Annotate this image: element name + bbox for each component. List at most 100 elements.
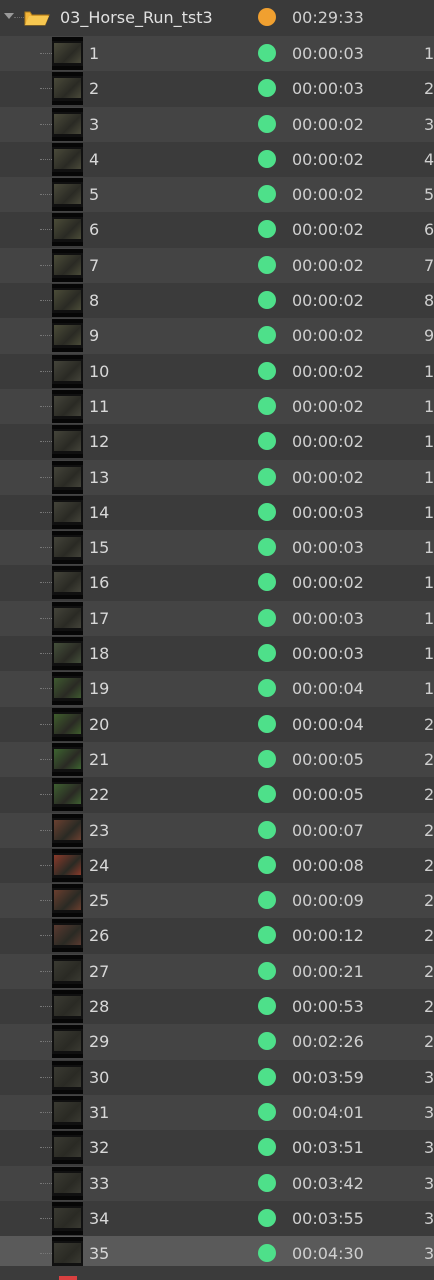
- frame-thumbnail: [52, 1131, 83, 1165]
- list-item[interactable]: 4 00:00:02 4: [0, 141, 434, 178]
- film-strip: [52, 418, 83, 423]
- list-item[interactable]: 17 00:00:03 1: [0, 600, 434, 637]
- frame-thumbnail: [52, 919, 83, 953]
- item-label: 8: [89, 291, 100, 311]
- folder-row[interactable]: 03_Horse_Run_tst3 00:29:33: [0, 0, 434, 36]
- list-item[interactable]: 9 00:00:02 9: [0, 318, 434, 354]
- film-strip: [52, 807, 83, 812]
- item-extra-column: 2: [424, 891, 434, 911]
- thumbnail-image: [54, 431, 81, 452]
- tree-connector: [40, 158, 52, 160]
- status-complete-icon: [258, 749, 276, 768]
- item-duration: 00:02:26: [292, 1032, 364, 1052]
- film-strip: [52, 707, 83, 712]
- item-extra-column: 2: [424, 749, 434, 769]
- frame-thumbnail: [52, 460, 83, 494]
- list-item[interactable]: 8 00:00:02 8: [0, 283, 434, 319]
- list-item[interactable]: 33 00:03:42 3: [0, 1165, 434, 1201]
- frame-thumbnail: [52, 1201, 83, 1235]
- list-item[interactable]: 30 00:03:59 3: [0, 1059, 434, 1095]
- film-strip: [52, 489, 83, 494]
- film-strip: [52, 595, 83, 600]
- thumbnail-image: [54, 890, 81, 911]
- tree-connector: [40, 1041, 52, 1043]
- list-item[interactable]: 2 00:00:03 2: [0, 71, 434, 107]
- film-strip: [52, 277, 83, 282]
- frame-thumbnail: [52, 389, 83, 423]
- list-item[interactable]: 7 00:00:02 7: [0, 247, 434, 284]
- list-item[interactable]: 16 00:00:02 1: [0, 565, 434, 601]
- film-strip: [52, 142, 83, 147]
- list-item[interactable]: 23 00:00:07 2: [0, 812, 434, 848]
- item-label: 11: [89, 396, 110, 416]
- item-label: 30: [89, 1067, 110, 1087]
- film-strip: [52, 242, 83, 247]
- thumbnail-image: [54, 325, 81, 346]
- list-item[interactable]: 11 00:00:02 1: [0, 388, 434, 425]
- item-label: 32: [89, 1138, 110, 1158]
- film-strip: [52, 666, 83, 671]
- list-item[interactable]: 12 00:00:02 1: [0, 424, 434, 460]
- status-complete-icon: [258, 679, 276, 698]
- thumbnail-image: [54, 360, 81, 381]
- thumbnail-image: [54, 960, 81, 981]
- frame-thumbnail: [52, 354, 83, 388]
- film-strip: [52, 524, 83, 529]
- list-item[interactable]: 18 00:00:03 1: [0, 636, 434, 672]
- list-item[interactable]: 21 00:00:05 2: [0, 741, 434, 778]
- list-item[interactable]: 15 00:00:03 1: [0, 530, 434, 566]
- item-label: 15: [89, 538, 110, 558]
- item-label: 16: [89, 573, 110, 593]
- list-item[interactable]: 13 00:00:02 1: [0, 459, 434, 495]
- list-item[interactable]: 32 00:03:51 3: [0, 1130, 434, 1166]
- render-tree: 03_Horse_Run_tst3 00:29:33 1 00:00:03 1 2 00…: [0, 0, 434, 1280]
- thumbnail-image: [54, 925, 81, 946]
- tree-connector: [40, 123, 52, 125]
- thumbnail-image: [54, 607, 81, 628]
- list-item[interactable]: 34 00:03:55 3: [0, 1200, 434, 1237]
- list-item[interactable]: 10 00:00:02 1: [0, 353, 434, 389]
- thumbnail-image: [54, 1066, 81, 1087]
- item-label: 22: [89, 785, 110, 805]
- frame-thumbnail: [52, 72, 83, 106]
- list-item[interactable]: 1 00:00:03 1: [0, 36, 434, 72]
- list-item[interactable]: 3 00:00:02 3: [0, 106, 434, 142]
- film-strip: [52, 1025, 83, 1030]
- film-strip: [52, 1230, 83, 1235]
- film-strip: [52, 919, 83, 924]
- film-strip: [52, 454, 83, 459]
- film-strip: [52, 701, 83, 706]
- list-item[interactable]: 26 00:00:12 2: [0, 918, 434, 954]
- list-item[interactable]: 20 00:00:04 2: [0, 706, 434, 742]
- list-item[interactable]: 14 00:00:03 1: [0, 494, 434, 531]
- film-strip: [52, 672, 83, 677]
- list-item[interactable]: 22 00:00:05 2: [0, 777, 434, 813]
- film-strip: [52, 601, 83, 606]
- film-strip: [52, 348, 83, 353]
- status-complete-icon: [258, 1032, 276, 1051]
- item-extra-column: 2: [424, 820, 434, 840]
- film-strip: [52, 171, 83, 176]
- item-label: 28: [89, 997, 110, 1017]
- list-item[interactable]: 5 00:00:02 5: [0, 177, 434, 213]
- status-complete-icon: [258, 149, 276, 168]
- list-item[interactable]: 29 00:02:26 2: [0, 1024, 434, 1060]
- list-item[interactable]: 25 00:00:09 2: [0, 883, 434, 919]
- list-item[interactable]: 28 00:00:53 2: [0, 989, 434, 1025]
- film-strip: [52, 319, 83, 324]
- tree-connector: [40, 229, 52, 231]
- item-extra-column: 1: [424, 644, 434, 664]
- film-strip: [52, 107, 83, 112]
- list-item[interactable]: 19 00:00:04 1: [0, 671, 434, 707]
- thumbnail-image: [54, 678, 81, 699]
- list-item[interactable]: 27 00:00:21 2: [0, 953, 434, 990]
- item-label: 10: [89, 361, 110, 381]
- list-item[interactable]: 24 00:00:08 2: [0, 847, 434, 884]
- collapse-arrow-icon[interactable]: [4, 13, 14, 19]
- tree-connector: [40, 794, 52, 796]
- frame-thumbnail: [52, 954, 83, 988]
- list-item[interactable]: 31 00:04:01 3: [0, 1094, 434, 1131]
- item-label: 31: [89, 1102, 110, 1122]
- thumbnail-image: [54, 537, 81, 558]
- list-item[interactable]: 6 00:00:02 6: [0, 212, 434, 248]
